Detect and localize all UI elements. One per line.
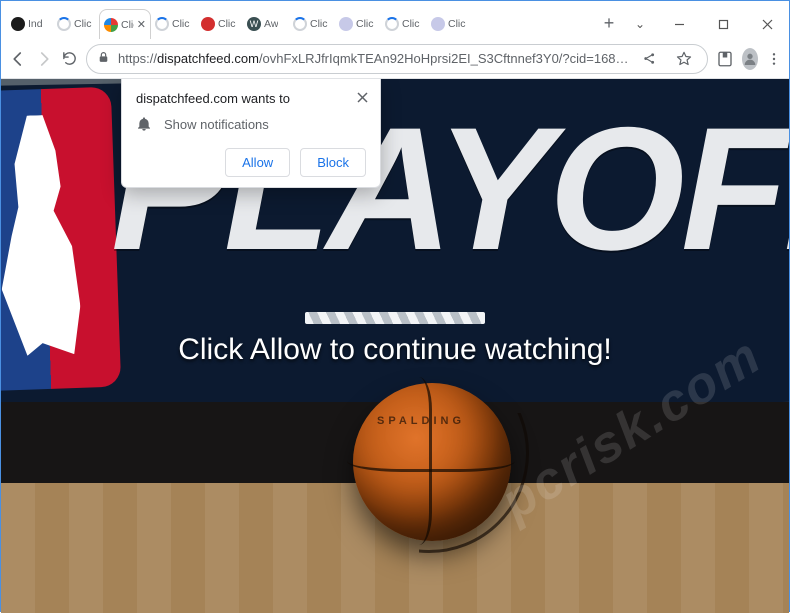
tab-favicon [155, 17, 169, 31]
page-content: PLAYOFFS SPALDING Click Allow to continu… [1, 79, 789, 613]
browser-tab[interactable]: Clic [151, 9, 197, 39]
lock-icon[interactable] [97, 51, 110, 67]
browser-tab[interactable]: Clic [53, 9, 99, 39]
prompt-close-button[interactable] [352, 87, 372, 107]
close-window-button[interactable] [745, 9, 789, 39]
tab-favicon: W [247, 17, 261, 31]
tab-favicon [293, 17, 307, 31]
notification-prompt: dispatchfeed.com wants to Show notificat… [121, 79, 381, 188]
allow-button[interactable]: Allow [225, 148, 290, 177]
tab-favicon [104, 18, 118, 32]
tab-favicon [385, 17, 399, 31]
back-button[interactable] [9, 45, 27, 73]
tab-favicon [431, 17, 445, 31]
reload-button[interactable] [61, 45, 78, 73]
bell-icon [136, 116, 152, 132]
tab-label: Aw [264, 18, 278, 30]
profile-avatar[interactable] [742, 48, 758, 70]
progress-loader [305, 312, 485, 324]
browser-tab[interactable]: WAw [243, 9, 289, 39]
browser-tab[interactable]: Clic✕ [99, 9, 151, 39]
browser-tab[interactable]: Clic [289, 9, 335, 39]
tab-label: Clic [402, 18, 420, 30]
browser-tab[interactable]: Clic [427, 9, 473, 39]
tab-label: Clic [448, 18, 466, 30]
minimize-button[interactable] [657, 9, 701, 39]
prompt-permission-label: Show notifications [164, 117, 269, 132]
tab-label: Clic [218, 18, 236, 30]
menu-button[interactable] [766, 46, 782, 72]
tab-close-button[interactable]: ✕ [137, 18, 146, 31]
maximize-button[interactable] [701, 9, 745, 39]
ball-brand: SPALDING [377, 415, 465, 427]
block-button[interactable]: Block [300, 148, 366, 177]
window-titlebar: IndClicClic✕ClicClicWAwClicClicClicClic … [1, 1, 789, 39]
toolbar: https://dispatchfeed.com/ovhFxLRJfrIqmkT… [1, 39, 789, 79]
tab-label: Clic [172, 18, 190, 30]
tab-favicon [201, 17, 215, 31]
tab-overflow-button[interactable]: ⌄ [623, 9, 657, 39]
browser-tab[interactable]: Clic [335, 9, 381, 39]
tab-favicon [57, 17, 71, 31]
url-text: https://dispatchfeed.com/ovhFxLRJfrIqmkT… [118, 51, 629, 66]
reading-list-button[interactable] [716, 46, 734, 72]
browser-tab[interactable]: Ind [7, 9, 53, 39]
tab-label: Clic [356, 18, 374, 30]
tab-label: Clic [121, 19, 134, 31]
tab-label: Clic [74, 18, 92, 30]
tab-label: Ind [28, 18, 43, 30]
forward-button[interactable] [35, 45, 53, 73]
prompt-permission-row: Show notifications [136, 116, 366, 132]
cta-text: Click Allow to continue watching! [1, 333, 789, 367]
prompt-title: dispatchfeed.com wants to [136, 91, 366, 106]
new-tab-button[interactable]: + [595, 9, 623, 37]
window-buttons [657, 9, 789, 39]
browser-tab[interactable]: Clic [197, 9, 243, 39]
tab-strip: IndClicClic✕ClicClicWAwClicClicClicClic [7, 1, 593, 39]
tab-favicon [339, 17, 353, 31]
tab-favicon [11, 17, 25, 31]
share-button[interactable] [637, 46, 663, 72]
bookmark-button[interactable] [671, 46, 697, 72]
address-bar[interactable]: https://dispatchfeed.com/ovhFxLRJfrIqmkT… [86, 44, 708, 74]
tab-label: Clic [310, 18, 328, 30]
basketball-image: SPALDING [353, 383, 511, 541]
browser-tab[interactable]: Clic [381, 9, 427, 39]
